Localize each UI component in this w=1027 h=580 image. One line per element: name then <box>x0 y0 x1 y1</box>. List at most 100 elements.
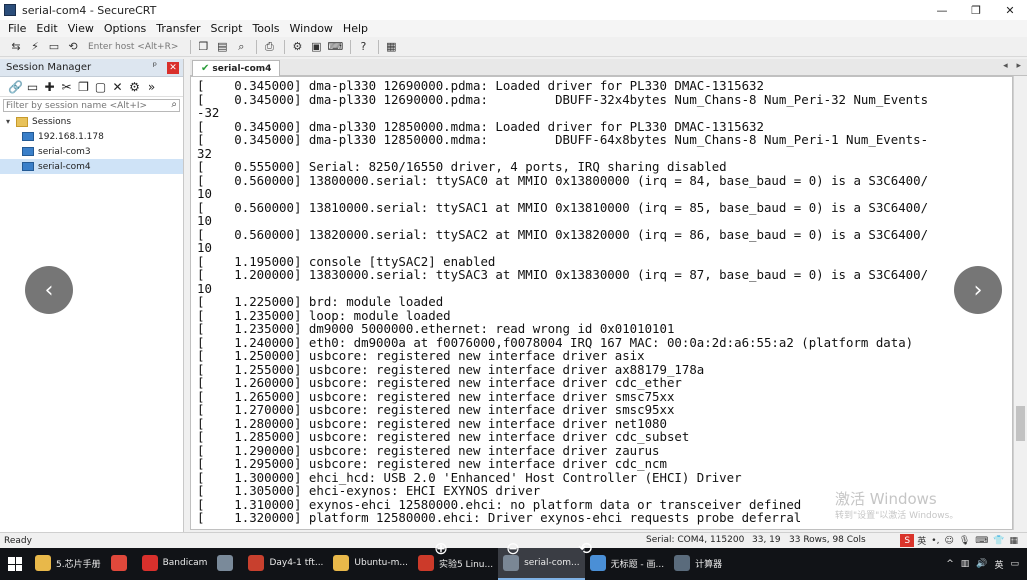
properties-gear-icon[interactable]: ⚙ <box>127 80 142 94</box>
add-session-icon[interactable]: ✚ <box>42 80 57 94</box>
menu-transfer[interactable]: Transfer <box>156 22 200 35</box>
menu-help[interactable]: Help <box>343 22 368 35</box>
sogou-ime-icon[interactable]: S <box>900 534 915 547</box>
zoom-in-icon[interactable]: ⊕ <box>430 538 452 560</box>
tree-root-sessions[interactable]: ▾ Sessions <box>0 114 183 129</box>
search-icon[interactable]: ⌕ <box>171 99 177 110</box>
app-icon <box>674 555 691 571</box>
delete-session-icon[interactable]: ✕ <box>110 80 125 94</box>
tab-prev-icon[interactable]: ◂ <box>1003 61 1008 71</box>
paste-icon[interactable]: ▤ <box>214 39 230 55</box>
sftp-icon[interactable]: ▣ <box>308 39 324 55</box>
terminal-line: 10 <box>197 280 212 296</box>
settings-gear-icon[interactable]: ⚙ <box>289 39 305 55</box>
session-item-selected[interactable]: serial-com4 <box>0 159 183 174</box>
taskbar-app[interactable] <box>212 548 243 580</box>
copy-session-icon[interactable]: ❐ <box>76 80 91 94</box>
tab-next-icon[interactable]: ▸ <box>1016 61 1021 71</box>
toolbar-divider <box>284 39 286 54</box>
terminal-line: [ 1.265000] usbcore: registered new inte… <box>197 388 675 404</box>
next-image-arrow-icon[interactable]: › <box>954 266 1002 314</box>
terminal-scrollbar[interactable] <box>1013 76 1027 530</box>
reconnect-icon[interactable]: ⟲ <box>65 39 81 55</box>
copy-icon[interactable]: ❐ <box>195 39 211 55</box>
app-icon <box>141 555 158 571</box>
tab-serial-com4[interactable]: ✔ serial-com4 <box>192 60 281 76</box>
menu-file[interactable]: File <box>8 22 26 35</box>
ime-mic-icon[interactable]: 🎙 <box>959 536 970 546</box>
terminal-line: [ 0.560000] 13810000.serial: ttySAC1 at … <box>197 199 929 215</box>
taskbar-app[interactable] <box>106 548 137 580</box>
scrollbar-thumb[interactable] <box>1016 406 1025 441</box>
menu-window[interactable]: Window <box>290 22 333 35</box>
more-icon[interactable]: » <box>144 80 159 94</box>
taskbar-app[interactable]: 计算器 <box>669 548 727 580</box>
print-icon[interactable]: ⎙ <box>261 39 277 55</box>
ime-emoji-icon[interactable]: ☺ <box>944 536 953 546</box>
ime-punct-icon[interactable]: •, <box>931 536 939 546</box>
notification-icon[interactable]: ▭ <box>1010 559 1019 569</box>
volume-icon[interactable]: 🔊 <box>976 559 987 569</box>
command-window-icon[interactable]: ▦ <box>383 39 399 55</box>
cut-icon[interactable]: ✂ <box>59 80 74 94</box>
terminal-line: [ 1.280000] usbcore: registered new inte… <box>197 415 667 431</box>
taskbar-app[interactable]: Ubuntu-m... <box>328 548 413 580</box>
close-button[interactable]: ✕ <box>993 0 1027 20</box>
terminal-view[interactable]: [ 0.345000] dma-pl330 12690000.pdma: Loa… <box>190 76 1013 530</box>
tab-navigation: ◂ ▸ <box>997 61 1021 71</box>
session-filter-input[interactable] <box>4 100 154 111</box>
zoom-out-icon[interactable]: ⊖ <box>502 538 524 560</box>
session-item[interactable]: 192.168.1.178 <box>0 129 183 144</box>
maximize-button[interactable]: ❐ <box>959 0 993 20</box>
taskbar-app[interactable]: Bandicam <box>137 548 213 580</box>
terminal-line: 10 <box>197 213 212 228</box>
taskbar-app[interactable]: 5.芯片手册 <box>30 548 106 580</box>
connect-icon[interactable]: ⇆ <box>8 39 24 55</box>
title-bar: serial-com4 - SecureCRT — ❐ ✕ <box>0 0 1027 20</box>
terminal-line: [ 0.560000] 13800000.serial: ttySAC0 at … <box>197 172 929 188</box>
pin-icon[interactable]: ᵖ <box>153 61 157 72</box>
rotate-icon[interactable]: ⟲ <box>574 538 596 560</box>
windows-start-icon[interactable] <box>0 548 30 580</box>
toolbar-divider <box>190 39 192 54</box>
taskbar-app[interactable]: Day4-1 tft... <box>243 548 328 580</box>
ime-menu-icon[interactable]: ▦ <box>1009 536 1018 546</box>
session-item[interactable]: serial-com3 <box>0 144 183 159</box>
find-icon[interactable]: ⌕ <box>233 39 249 55</box>
terminal-line: [ 1.260000] usbcore: registered new inte… <box>197 375 682 390</box>
ime-keyboard-icon[interactable]: ⌨ <box>975 536 988 546</box>
menu-bar: File Edit View Options Transfer Script T… <box>0 20 1027 37</box>
session-item-label: 192.168.1.178 <box>38 131 104 142</box>
previous-image-arrow-icon[interactable]: ‹ <box>25 266 73 314</box>
connect-in-tab-icon[interactable]: ▭ <box>46 39 62 55</box>
help-icon[interactable]: ? <box>355 39 371 55</box>
menu-tools[interactable]: Tools <box>252 22 279 35</box>
keymap-icon[interactable]: ⌨ <box>327 39 343 55</box>
menu-options[interactable]: Options <box>104 22 146 35</box>
network-icon[interactable]: ▥ <box>961 559 970 569</box>
status-ready: Ready <box>4 535 32 546</box>
collapse-icon[interactable]: ▾ <box>6 117 16 126</box>
app-icon <box>217 555 234 571</box>
tray-ime-language[interactable]: 英 <box>994 558 1003 571</box>
quick-connect-icon[interactable]: ⚡ <box>27 39 43 55</box>
link-icon[interactable]: 🔗 <box>8 80 23 94</box>
menu-edit[interactable]: Edit <box>36 22 57 35</box>
close-panel-icon[interactable]: ✕ <box>167 62 179 74</box>
enter-host-field[interactable]: Enter host <Alt+R> <box>88 42 178 52</box>
toolbar-divider <box>350 39 352 54</box>
ime-language[interactable]: 英 <box>917 534 926 547</box>
terminal-line: [ 1.285000] usbcore: registered new inte… <box>197 429 690 444</box>
session-item-label: serial-com3 <box>38 146 91 157</box>
ime-skin-icon[interactable]: 👕 <box>993 536 1004 546</box>
menu-view[interactable]: View <box>68 22 94 35</box>
session-monitor-icon <box>22 162 34 171</box>
minimize-button[interactable]: — <box>925 0 959 20</box>
tray-overflow-icon[interactable]: ^ <box>946 559 954 569</box>
tree-root-label: Sessions <box>32 116 72 127</box>
connect-tab-icon[interactable]: ▭ <box>25 80 40 94</box>
paste-session-icon[interactable]: ▢ <box>93 80 108 94</box>
window-controls: — ❐ ✕ <box>925 0 1027 20</box>
terminal-line: [ 1.240000] eth0: dm9000a at f0076000,f0… <box>197 334 914 350</box>
menu-script[interactable]: Script <box>211 22 243 35</box>
